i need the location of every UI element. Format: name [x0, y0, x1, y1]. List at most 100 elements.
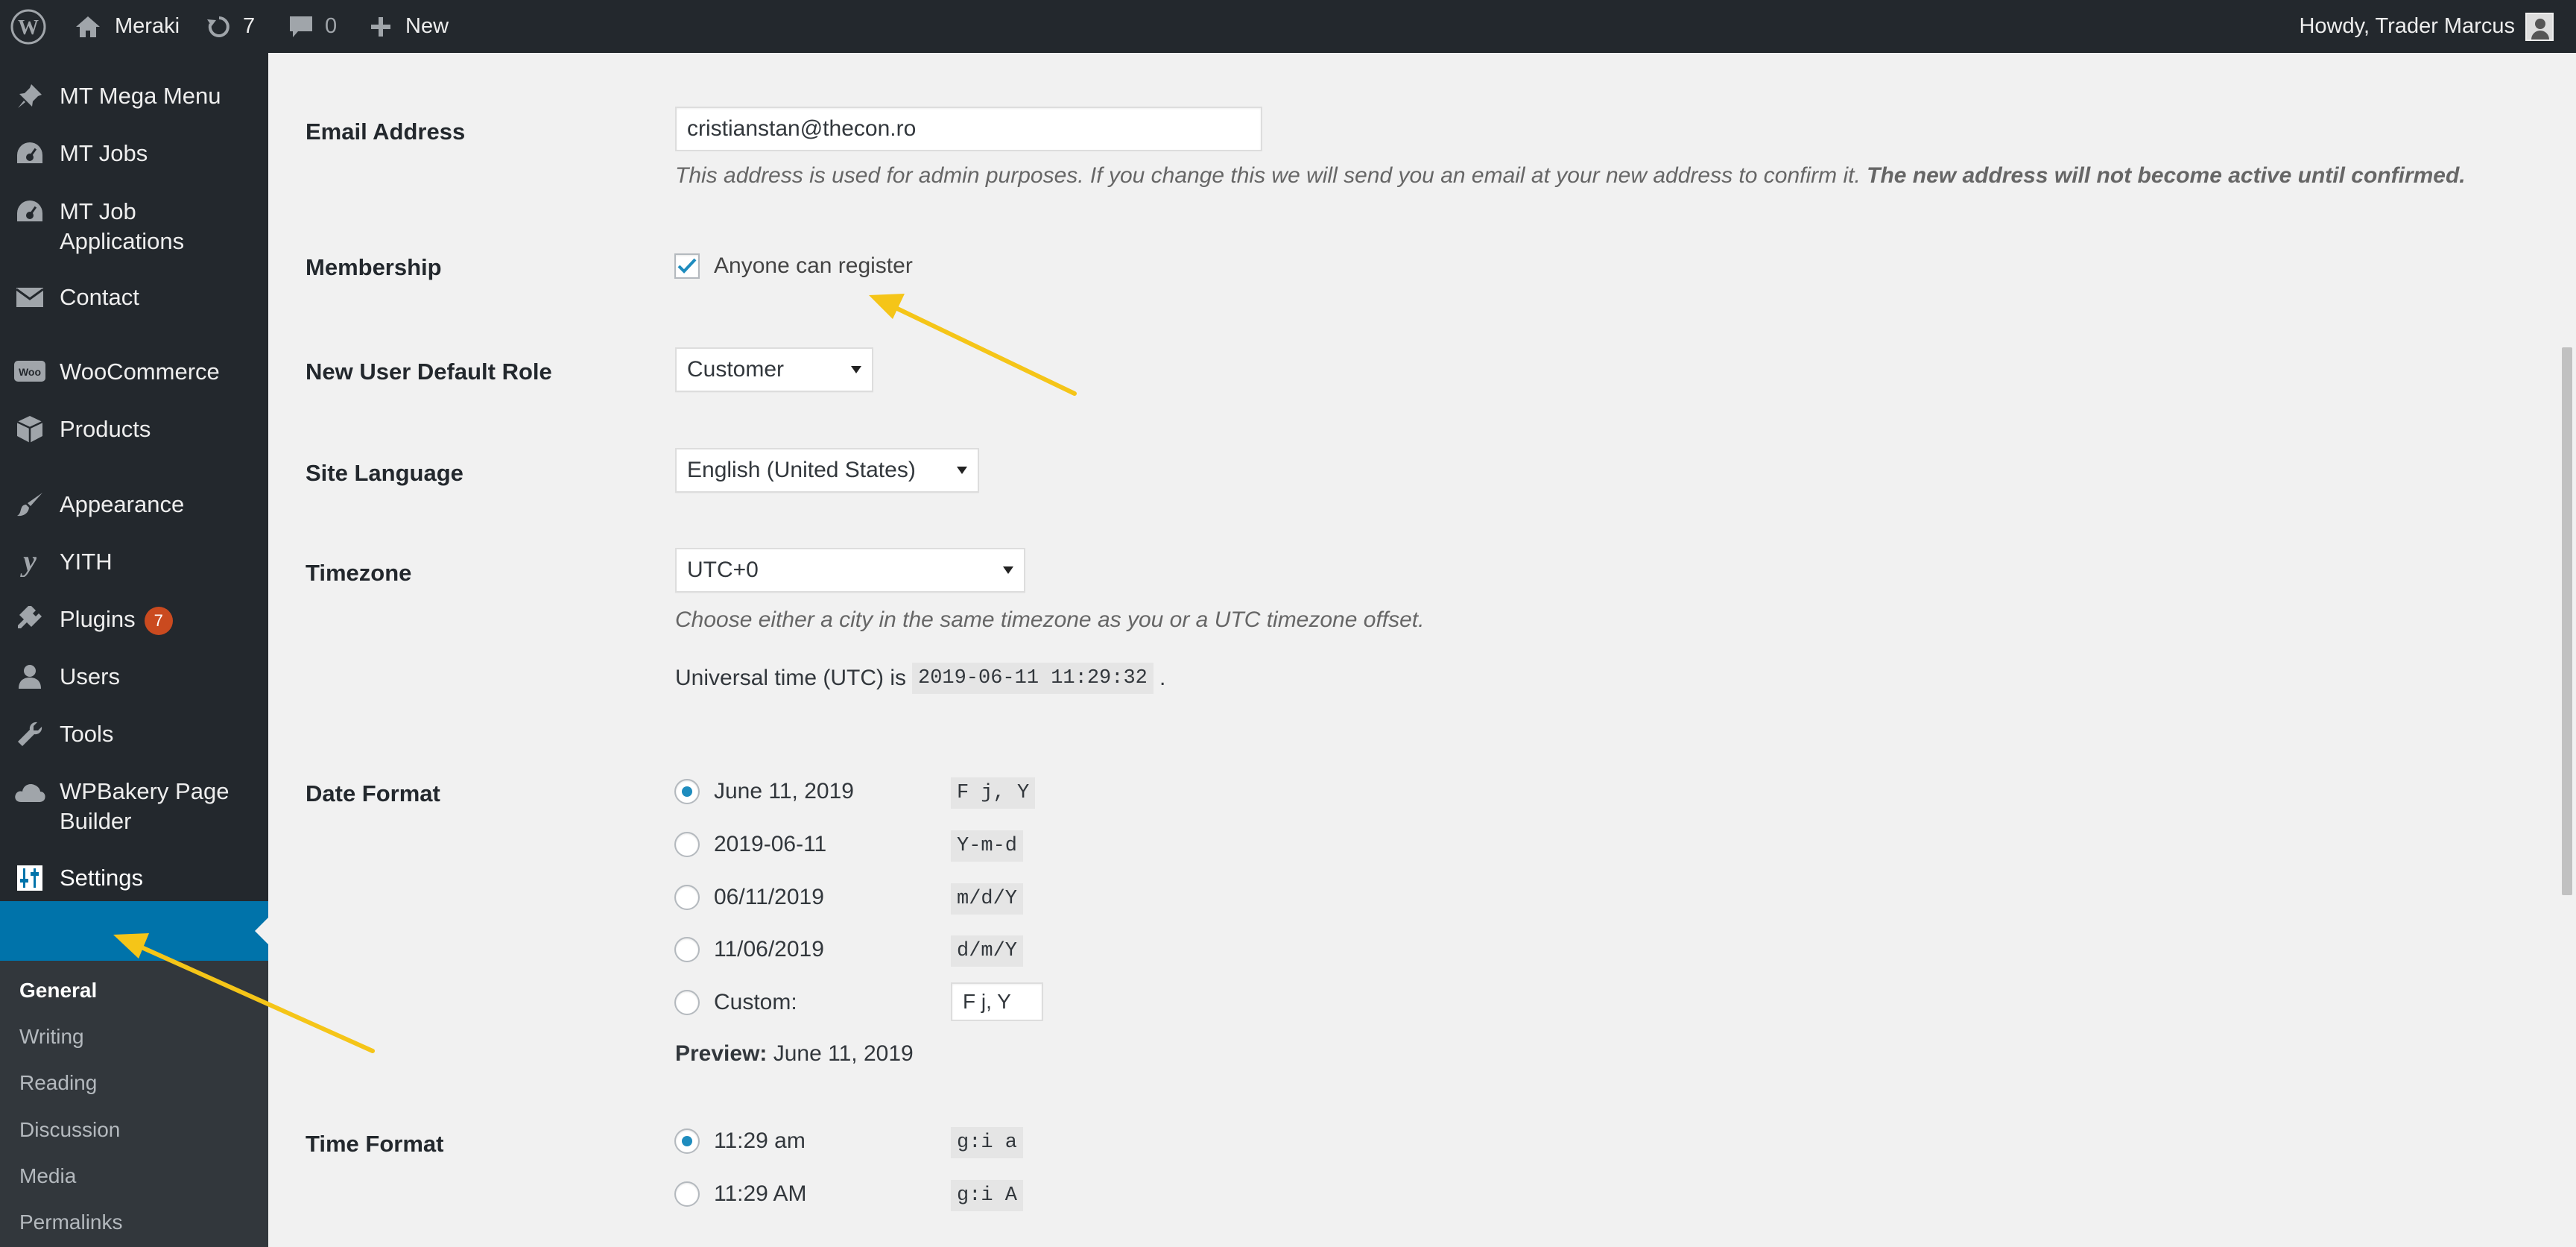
radio-selected-dot	[682, 786, 692, 797]
date-format-option-label: 2019-06-11	[714, 832, 827, 856]
time-format-option-label: 11:29 am	[714, 1128, 806, 1153]
sidebar-item-yith[interactable]: y YITH	[0, 547, 268, 577]
time-format-radio[interactable]	[674, 1181, 700, 1207]
refresh-icon	[206, 13, 232, 40]
site-name-link[interactable]: Meraki	[75, 0, 180, 53]
sidebar-item-users[interactable]: Users	[0, 662, 268, 692]
admin-sidebar: MT Mega Menu MT Jobs MT Job Applications…	[0, 53, 268, 1247]
home-icon	[75, 15, 101, 39]
caret-down-icon	[1003, 566, 1013, 574]
date-format-code: m/d/Y	[951, 883, 1024, 915]
admin-bar: W Meraki 7 0 New Howdy, Trader Marcus	[0, 0, 2576, 53]
sidebar-item-label: Settings	[60, 865, 144, 891]
wrench-icon	[13, 719, 46, 749]
utc-time-suffix: .	[1159, 666, 1166, 690]
date-format-code: F j, Y	[951, 777, 1036, 809]
active-menu-highlight	[0, 901, 268, 961]
caret-down-icon	[957, 467, 967, 474]
sidebar-item-wpbakery[interactable]: WPBakery Page Builder	[0, 777, 268, 836]
pin-icon	[13, 81, 46, 111]
plugin-icon	[13, 604, 46, 634]
avatar	[2525, 12, 2554, 41]
my-account-link[interactable]: Howdy, Trader Marcus	[2299, 0, 2554, 53]
submenu-item-general[interactable]: General	[19, 979, 97, 1003]
submenu-item-permalinks[interactable]: Permalinks	[19, 1210, 122, 1234]
sidebar-item-label: Users	[60, 663, 120, 689]
default-role-label: New User Default Role	[306, 359, 552, 385]
sidebar-item-label: MT Jobs	[60, 140, 148, 166]
date-format-option-label: 06/11/2019	[714, 885, 824, 909]
box-icon	[13, 414, 46, 444]
sidebar-item-settings[interactable]: Settings	[0, 863, 268, 893]
wordpress-logo-icon[interactable]: W	[9, 0, 48, 53]
custom-date-format-input[interactable]: F j, Y	[951, 982, 1043, 1021]
timezone-value: UTC+0	[687, 558, 759, 582]
site-language-label: Site Language	[306, 460, 463, 486]
date-format-radio[interactable]	[674, 937, 700, 962]
settings-submenu: General Writing Reading Discussion Media…	[0, 961, 268, 1247]
timezone-description: Choose either a city in the same timezon…	[675, 607, 1425, 632]
sidebar-item-woocommerce[interactable]: Woo WooCommerce	[0, 357, 268, 387]
sidebar-item-label: Contact	[60, 284, 139, 310]
submenu-item-writing[interactable]: Writing	[19, 1025, 84, 1049]
site-language-select[interactable]: English (United States)	[675, 448, 979, 493]
email-field[interactable]: cristianstan@thecon.ro	[675, 107, 1262, 151]
sidebar-item-products[interactable]: Products	[0, 414, 268, 444]
default-role-select[interactable]: Customer	[675, 347, 873, 392]
plugins-update-badge: 7	[144, 606, 173, 635]
dashboard-gauge-icon	[13, 139, 46, 168]
new-label: New	[405, 14, 449, 38]
sidebar-item-label: Appearance	[60, 491, 185, 517]
sidebar-item-label: WooCommerce	[60, 359, 220, 385]
sidebar-item-tools[interactable]: Tools	[0, 719, 268, 749]
anyone-can-register-checkbox[interactable]	[674, 253, 700, 279]
utc-time-prefix: Universal time (UTC) is	[675, 666, 907, 690]
sidebar-item-label: Tools	[60, 721, 114, 747]
sidebar-item-label: YITH	[60, 549, 113, 575]
checkmark-icon	[677, 258, 697, 274]
sidebar-item-label: Plugins	[60, 606, 136, 632]
submenu-item-media[interactable]: Media	[19, 1164, 76, 1188]
new-content-link[interactable]: New	[370, 0, 449, 53]
sidebar-item-contact[interactable]: Contact	[0, 282, 268, 312]
howdy-text: Howdy, Trader Marcus	[2299, 14, 2515, 38]
caret-down-icon	[851, 366, 861, 373]
anyone-can-register-label: Anyone can register	[714, 253, 913, 278]
sidebar-item-label: WPBakery Page Builder	[60, 778, 230, 834]
date-format-option-label: 11/06/2019	[714, 937, 824, 962]
sidebar-item-plugins[interactable]: Plugins 7	[0, 604, 268, 635]
comment-bubble-icon	[288, 14, 314, 40]
scrollbar-thumb[interactable]	[2562, 347, 2572, 895]
date-format-radio[interactable]	[674, 832, 700, 857]
user-icon	[13, 662, 46, 692]
date-format-radio[interactable]	[674, 885, 700, 910]
sidebar-item-mt-job-applications[interactable]: MT Job Applications	[0, 197, 268, 256]
custom-label: Custom:	[714, 990, 797, 1014]
svg-text:Woo: Woo	[19, 366, 41, 378]
timezone-select[interactable]: UTC+0	[675, 548, 1025, 593]
membership-label: Membership	[306, 254, 442, 280]
submenu-item-discussion[interactable]: Discussion	[19, 1118, 120, 1142]
settings-sliders-icon	[13, 863, 46, 893]
time-format-code: g:i a	[951, 1127, 1024, 1158]
default-role-value: Customer	[687, 357, 785, 382]
date-format-label: Date Format	[306, 780, 440, 806]
date-format-code: d/m/Y	[951, 935, 1024, 967]
time-format-option-label: 11:29 AM	[714, 1181, 807, 1206]
time-format-label: Time Format	[306, 1131, 444, 1157]
sidebar-item-mt-jobs[interactable]: MT Jobs	[0, 139, 268, 168]
sidebar-item-mt-mega-menu[interactable]: MT Mega Menu	[0, 81, 268, 111]
sidebar-item-label: MT Job Applications	[60, 198, 185, 254]
date-format-custom-radio[interactable]	[674, 990, 700, 1015]
page-scrollbar[interactable]	[2548, 53, 2576, 1194]
sidebar-item-label: Products	[60, 416, 151, 442]
updates-link[interactable]: 7	[206, 0, 255, 53]
submenu-item-reading[interactable]: Reading	[19, 1071, 97, 1095]
date-format-radio[interactable]	[674, 779, 700, 804]
comments-link[interactable]: 0	[288, 0, 337, 53]
sidebar-item-appearance[interactable]: Appearance	[0, 490, 268, 520]
settings-form: Email Address cristianstan@thecon.ro Thi…	[268, 53, 2548, 1211]
time-format-radio[interactable]	[674, 1128, 700, 1154]
svg-text:y: y	[20, 547, 37, 577]
plus-icon	[370, 16, 392, 38]
